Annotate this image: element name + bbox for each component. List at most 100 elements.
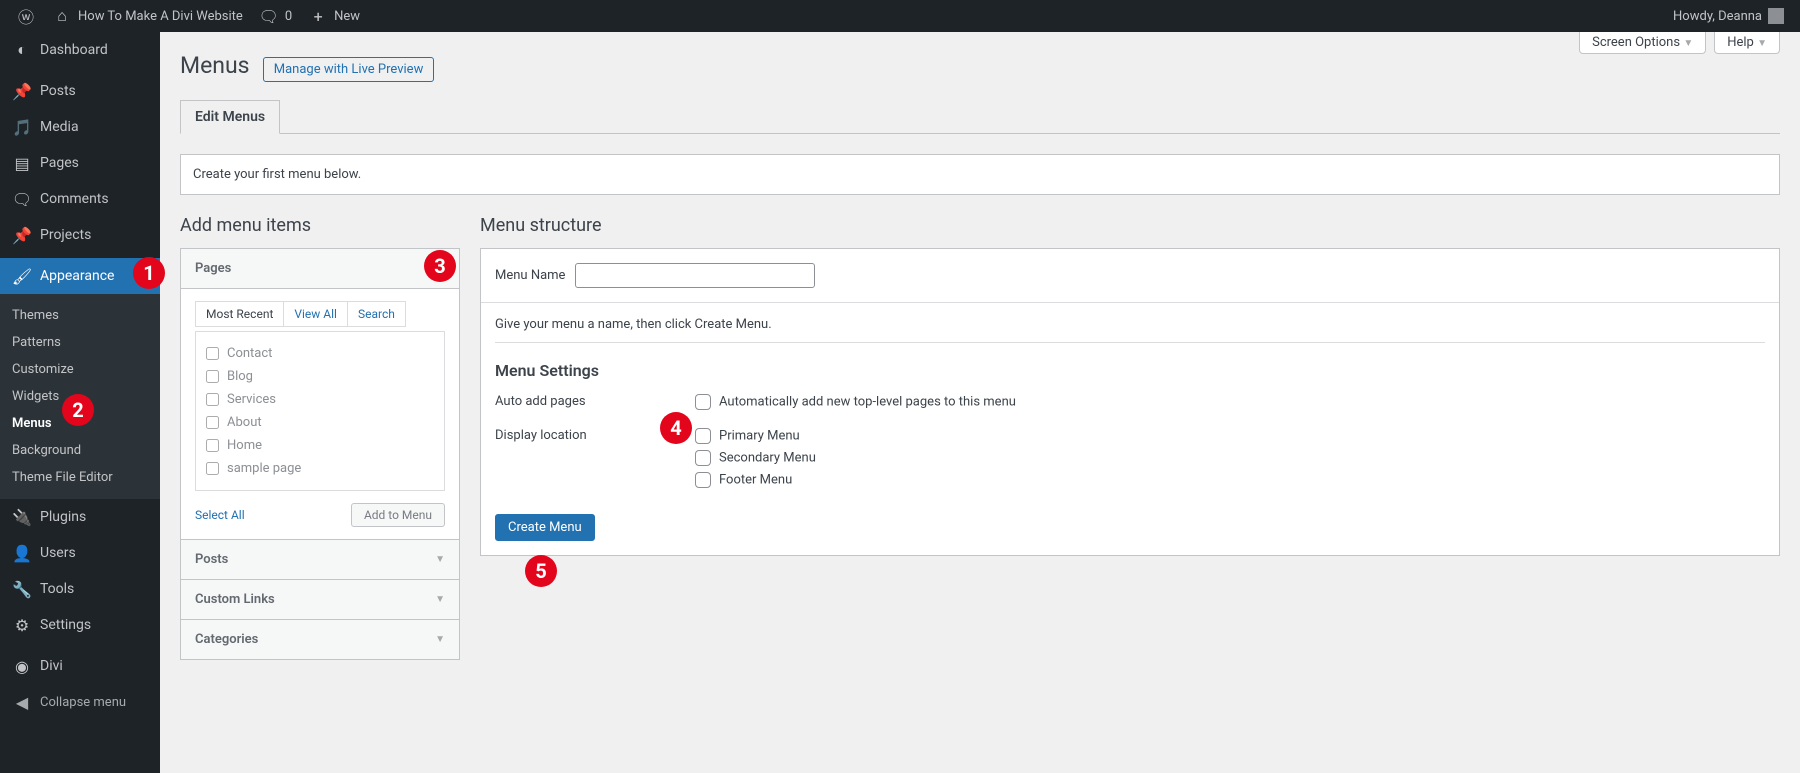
submenu-themes[interactable]: Themes xyxy=(0,302,160,329)
sidebar-item-users[interactable]: 👤Users xyxy=(0,535,160,571)
tab-view-all[interactable]: View All xyxy=(283,302,347,326)
wp-logo[interactable]: ⓦ xyxy=(8,0,44,32)
menu-settings-heading: Menu Settings xyxy=(495,361,1765,380)
avatar xyxy=(1768,8,1784,24)
location-checkbox[interactable] xyxy=(695,428,711,444)
admin-toolbar: ⓦ ⌂How To Make A Divi Website 🗨0 +New Ho… xyxy=(0,0,1800,32)
panel-custom-links-header[interactable]: Custom Links▼ xyxy=(181,579,459,619)
list-item: Blog xyxy=(206,365,434,388)
annotation-1: 1 xyxy=(133,257,165,289)
location-option[interactable]: Secondary Menu xyxy=(695,450,816,466)
menu-settings: Menu Settings Auto add pages Automatical… xyxy=(495,342,1765,541)
sidebar-item-tools[interactable]: 🔧Tools xyxy=(0,571,160,607)
location-option[interactable]: Primary Menu xyxy=(695,428,816,444)
list-item: About xyxy=(206,411,434,434)
sidebar-item-dashboard[interactable]: ◐Dashboard xyxy=(0,32,160,68)
panel-pages-header[interactable]: Pages xyxy=(181,249,459,288)
location-option[interactable]: Footer Menu xyxy=(695,472,816,488)
sidebar-item-comments[interactable]: 🗨Comments xyxy=(0,181,160,217)
page-checkbox[interactable] xyxy=(206,416,219,429)
list-item: Contact xyxy=(206,342,434,365)
page-checkbox[interactable] xyxy=(206,370,219,383)
inner-tabs: Most Recent View All Search xyxy=(195,301,406,327)
divi-icon: ◉ xyxy=(12,656,32,676)
nav-tabs: Edit Menus xyxy=(180,100,1780,134)
page-checkbox[interactable] xyxy=(206,462,219,475)
chevron-down-icon: ▼ xyxy=(435,594,445,605)
submenu-background[interactable]: Background xyxy=(0,437,160,464)
help-button[interactable]: Help ▼ xyxy=(1714,32,1780,54)
screen-options-button[interactable]: Screen Options ▼ xyxy=(1579,32,1706,54)
sidebar-item-plugins[interactable]: 🔌Plugins xyxy=(0,499,160,535)
annotation-5: 5 xyxy=(525,555,557,587)
new-link[interactable]: +New xyxy=(300,0,368,32)
sidebar-item-projects[interactable]: 📌Projects xyxy=(0,217,160,253)
chevron-down-icon: ▼ xyxy=(1683,38,1693,49)
brush-icon: 🖌 xyxy=(12,266,32,286)
page-icon: ▤ xyxy=(12,153,32,173)
home-icon: ⌂ xyxy=(52,6,72,26)
accordion: Pages Most Recent View All Search Contac… xyxy=(180,248,460,660)
list-item: sample page xyxy=(206,457,434,480)
howdy-text: Howdy, Deanna xyxy=(1673,9,1762,24)
location-checkbox[interactable] xyxy=(695,472,711,488)
instruction-text: Give your menu a name, then click Create… xyxy=(495,317,1765,332)
page-title: Menus xyxy=(180,32,250,79)
sidebar-item-pages[interactable]: ▤Pages xyxy=(0,145,160,181)
pin-icon: 📌 xyxy=(12,225,32,245)
menu-edit-panel: Menu Name Give your menu a name, then cl… xyxy=(480,248,1780,556)
select-all-link[interactable]: Select All xyxy=(195,508,245,522)
user-icon: 👤 xyxy=(12,543,32,563)
live-preview-button[interactable]: Manage with Live Preview xyxy=(263,57,435,82)
dashboard-icon: ◐ xyxy=(12,40,32,60)
comments-count: 0 xyxy=(285,9,292,24)
chevron-down-icon: ▼ xyxy=(435,634,445,645)
chevron-down-icon: ▼ xyxy=(435,554,445,565)
wordpress-icon: ⓦ xyxy=(16,6,36,26)
sidebar-item-media[interactable]: 🎵Media xyxy=(0,109,160,145)
sidebar-item-posts[interactable]: 📌Posts xyxy=(0,73,160,109)
tab-edit-menus[interactable]: Edit Menus xyxy=(180,100,280,134)
add-items-heading: Add menu items xyxy=(180,215,460,236)
screen-meta: Screen Options ▼ Help ▼ xyxy=(1579,32,1780,54)
menu-structure-heading: Menu structure xyxy=(480,215,1780,236)
pin-icon: 📌 xyxy=(12,81,32,101)
wrench-icon: 🔧 xyxy=(12,579,32,599)
add-to-menu-button[interactable]: Add to Menu xyxy=(351,503,445,527)
notice: Create your first menu below. xyxy=(180,154,1780,195)
comments-link[interactable]: 🗨0 xyxy=(251,0,300,32)
panel-categories-header[interactable]: Categories▼ xyxy=(181,619,459,659)
annotation-4: 4 xyxy=(660,412,692,444)
pages-list: Contact Blog Services About Home sample … xyxy=(195,331,445,491)
sidebar-item-settings[interactable]: ⚙Settings xyxy=(0,607,160,643)
location-checkbox[interactable] xyxy=(695,450,711,466)
submenu-customize[interactable]: Customize xyxy=(0,356,160,383)
create-menu-button[interactable]: Create Menu xyxy=(495,514,595,541)
page-checkbox[interactable] xyxy=(206,439,219,452)
plus-icon: + xyxy=(308,6,328,26)
comment-icon: 🗨 xyxy=(259,6,279,26)
collapse-menu[interactable]: ◀Collapse menu xyxy=(0,684,160,720)
page-checkbox[interactable] xyxy=(206,393,219,406)
add-menu-items-column: Add menu items Pages Most Recent View Al… xyxy=(180,215,460,660)
sliders-icon: ⚙ xyxy=(12,615,32,635)
site-link[interactable]: ⌂ How To Make A Divi Website xyxy=(44,0,251,32)
site-title: How To Make A Divi Website xyxy=(78,9,243,24)
user-account[interactable]: Howdy, Deanna xyxy=(1665,0,1792,32)
auto-add-option[interactable]: Automatically add new top-level pages to… xyxy=(695,394,1016,410)
tab-most-recent[interactable]: Most Recent xyxy=(196,302,283,326)
submenu-theme-file-editor[interactable]: Theme File Editor xyxy=(0,464,160,491)
plug-icon: 🔌 xyxy=(12,507,32,527)
list-item: Home xyxy=(206,434,434,457)
annotation-2: 2 xyxy=(62,394,94,426)
comment-icon: 🗨 xyxy=(12,189,32,209)
sidebar-item-divi[interactable]: ◉Divi xyxy=(0,648,160,684)
tab-search[interactable]: Search xyxy=(347,302,405,326)
submenu-patterns[interactable]: Patterns xyxy=(0,329,160,356)
chevron-down-icon: ▼ xyxy=(1757,38,1767,49)
page-checkbox[interactable] xyxy=(206,347,219,360)
menu-name-input[interactable] xyxy=(575,263,815,288)
media-icon: 🎵 xyxy=(12,117,32,137)
panel-posts-header[interactable]: Posts▼ xyxy=(181,539,459,579)
auto-add-checkbox[interactable] xyxy=(695,394,711,410)
